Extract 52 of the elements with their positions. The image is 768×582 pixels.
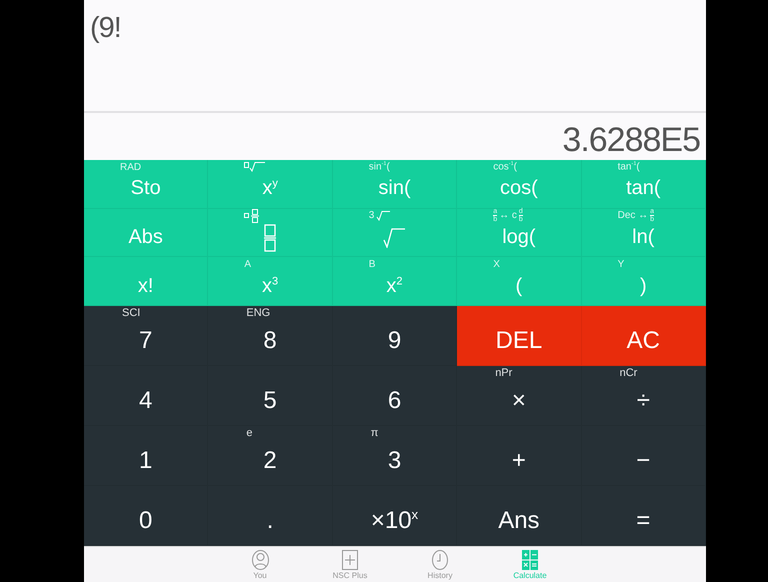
calculator-key[interactable]: 6 [332, 366, 458, 426]
root-icon [244, 162, 266, 172]
calculator-key[interactable]: DEL [457, 306, 582, 366]
key-secondary-label: ↔ c [499, 210, 517, 222]
key-secondary-label: 3 [368, 210, 374, 222]
key-secondary-label: sin$^{-1}$( [368, 161, 390, 173]
root-icon [376, 210, 390, 221]
person-icon [252, 550, 268, 570]
calculator-key[interactable]: ENG 8 [208, 306, 333, 366]
fraction-icon [264, 224, 276, 252]
clock-icon [432, 550, 448, 570]
key-secondary-label: RAD [120, 162, 142, 172]
calculator-key[interactable]: 1 [84, 426, 208, 486]
key-secondary-label: cos$^{-1}$( [493, 161, 517, 173]
key-secondary-label: SCI [122, 307, 140, 320]
calculator-key[interactable]: SCI 7 [84, 306, 208, 366]
calculator-key[interactable]: ×10$^{x}$ [332, 486, 458, 546]
fraction-icon [244, 208, 260, 223]
key-secondary-label: A [244, 258, 252, 270]
calculator-key[interactable]: AC [582, 306, 706, 366]
calculator-key[interactable]: + [457, 426, 582, 486]
result-text: 3.6288E5 [562, 121, 700, 160]
square-root-icon [383, 228, 406, 248]
calculator-key[interactable]: nPr × [457, 366, 582, 426]
plus-icon [342, 550, 358, 570]
key-secondary-label: Y [618, 258, 624, 270]
calculator-key[interactable]: − [582, 426, 706, 486]
key-secondary-label: B [368, 258, 376, 270]
key-secondary-label: Dec ↔ [618, 210, 648, 222]
calculator-key[interactable]: Ans [457, 486, 582, 546]
calculator-key[interactable]: 9 [332, 306, 458, 366]
key-secondary-label: X [493, 258, 500, 270]
calculator-key[interactable]: = [582, 486, 706, 546]
calculator-key[interactable]: e 2 [208, 426, 333, 486]
expression-text: (9! [90, 12, 121, 45]
calculator-key[interactable]: nCr ÷ [582, 366, 706, 426]
calculator-key[interactable]: 5 [208, 366, 333, 426]
tab[interactable]: History [414, 550, 466, 582]
key-secondary-label: π [370, 427, 378, 440]
key-secondary-label: e [246, 427, 253, 440]
key-secondary-label: nPr [495, 367, 512, 380]
calculator-key[interactable] [208, 208, 333, 258]
calculator-icon [522, 550, 538, 570]
key-secondary-label: nCr [620, 367, 638, 380]
calculator-key[interactable]: 0 [84, 486, 208, 546]
tab[interactable]: You [234, 550, 286, 582]
tab[interactable]: NSC Plus [324, 550, 376, 582]
calculator-key[interactable]: . [208, 486, 333, 546]
calculator-key[interactable]: 4 [84, 366, 208, 426]
key-secondary-label: tan$^{-1}$( [618, 161, 640, 173]
key-secondary-label: ENG [246, 307, 270, 320]
calculator-key[interactable]: π 3 [332, 426, 458, 486]
